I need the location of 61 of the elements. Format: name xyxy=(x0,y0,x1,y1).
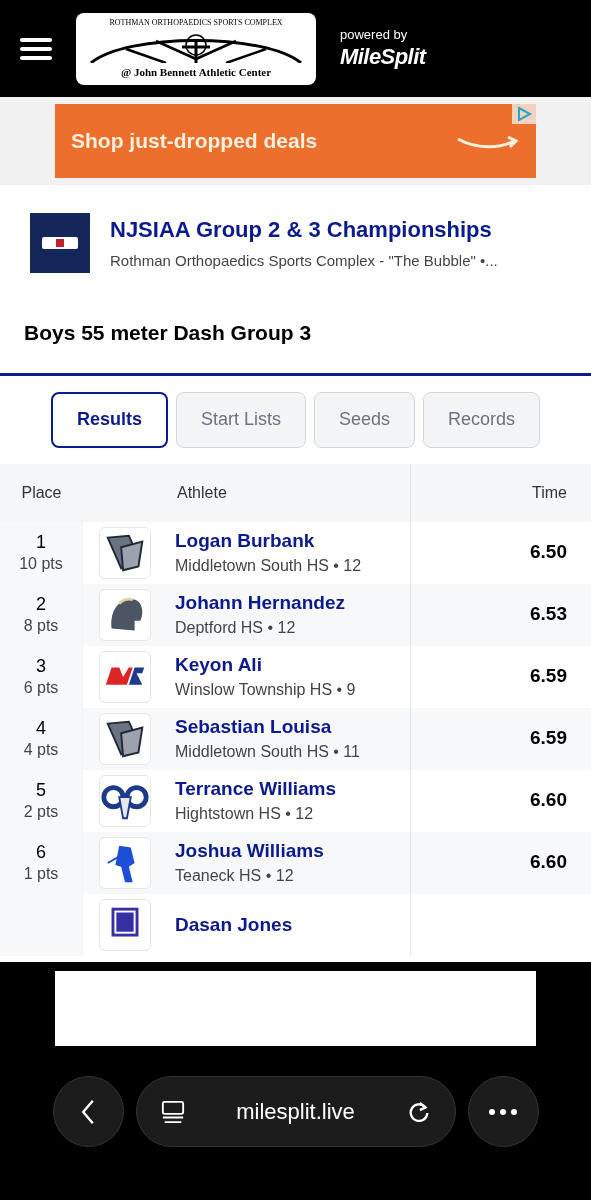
ad-text: Shop just-dropped deals xyxy=(71,128,318,155)
column-header: Time xyxy=(531,482,568,503)
time-value: 6.60 xyxy=(530,851,567,873)
place-number: 1 xyxy=(36,531,46,554)
brand-logo[interactable]: MileSplit xyxy=(340,42,426,71)
athlete-name[interactable]: Keyon Ali xyxy=(175,653,356,677)
tab[interactable]: Results xyxy=(50,391,168,448)
team-text: Middletown South HS • 11 xyxy=(175,741,360,762)
venue-logo[interactable]: ROTHMAN ORTHOPAEDICS SPORTS COMPLEX @ John Bennett Athletic Center xyxy=(76,12,316,85)
column-header: Place xyxy=(20,482,63,503)
points-text: 2 pts xyxy=(23,801,59,822)
place-number: 4 xyxy=(36,717,46,740)
team-logo xyxy=(99,774,151,827)
team-logo xyxy=(99,588,151,641)
athlete-name[interactable]: Sebastian Louisa xyxy=(175,715,360,739)
meet-venue: Rothman Orthopaedics Sports Complex - "The Bubble" •... xyxy=(110,251,498,272)
more-icon xyxy=(488,1107,518,1116)
powered-by-text: powered by xyxy=(340,26,409,43)
time-value: 6.59 xyxy=(530,727,567,749)
menu-icon[interactable] xyxy=(20,36,52,61)
place-number: 6 xyxy=(36,841,46,864)
logo-subtext: @ John Bennett Athletic Center xyxy=(120,65,272,80)
athlete-name[interactable]: Dasan Jones xyxy=(175,912,293,937)
logo-arc-text: ROTHMAN ORTHOPAEDICS SPORTS COMPLEX xyxy=(109,16,283,29)
time-value: 6.53 xyxy=(530,603,567,625)
team-text: Middletown South HS • 12 xyxy=(175,555,362,576)
time-value: 6.60 xyxy=(530,789,567,811)
tab[interactable]: Start Lists xyxy=(175,391,306,448)
points-text: 8 pts xyxy=(23,615,59,636)
team-logo xyxy=(99,836,151,889)
place-number: 5 xyxy=(36,779,46,802)
tabs-icon[interactable] xyxy=(160,1099,185,1124)
place-number: 3 xyxy=(36,655,46,678)
meet-title[interactable]: NJSIAA Group 2 & 3 Championships xyxy=(110,213,498,247)
time-value: 6.59 xyxy=(530,665,567,687)
tab[interactable]: Seeds xyxy=(314,391,416,448)
team-logo xyxy=(99,898,151,951)
team-text: Teaneck HS • 12 xyxy=(175,865,295,886)
address-bar[interactable]: milesplit.live xyxy=(135,1076,456,1147)
athlete-name[interactable]: Terrance Williams xyxy=(175,777,337,801)
team-logo xyxy=(99,526,151,579)
points-text: 1 pts xyxy=(23,863,59,884)
athlete-name[interactable]: Logan Burbank xyxy=(175,529,362,553)
athlete-name[interactable]: Johann Hernandez xyxy=(175,591,345,615)
event-title: Boys 55 meter Dash Group 3 xyxy=(24,321,312,344)
athlete-name[interactable]: Joshua Williams xyxy=(175,839,324,863)
tab[interactable]: Records xyxy=(423,391,541,448)
points-text: 6 pts xyxy=(23,677,59,698)
time-value: 6.50 xyxy=(530,541,567,563)
place-number: 2 xyxy=(36,593,46,616)
url-text: milesplit.live xyxy=(236,1098,355,1126)
chevron-left-icon xyxy=(80,1097,96,1126)
team-text: Deptford HS • 12 xyxy=(175,617,297,638)
points-text: 10 pts xyxy=(19,553,63,574)
points-text: 4 pts xyxy=(23,739,59,760)
smile-arrow-icon xyxy=(456,135,520,151)
team-logo xyxy=(99,712,151,765)
team-text: Winslow Township HS • 9 xyxy=(175,679,356,700)
column-header: Athlete xyxy=(83,463,411,522)
team-logo xyxy=(99,650,151,703)
team-text: Hightstown HS • 12 xyxy=(175,803,315,824)
